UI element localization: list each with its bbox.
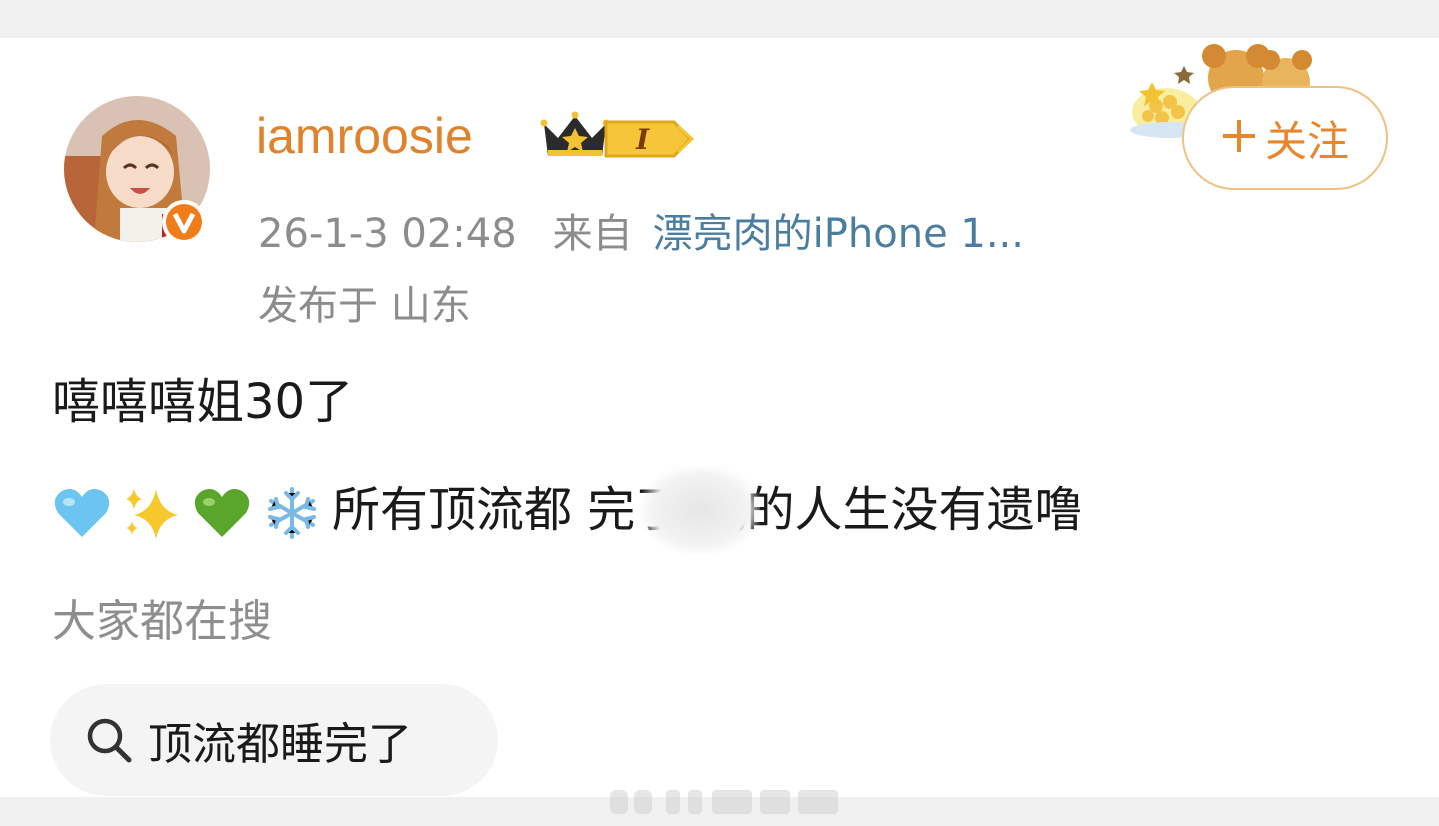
follow-button[interactable]: 关注 <box>1182 86 1388 190</box>
trending-search-chip[interactable]: 顶流都睡完了 <box>50 684 498 796</box>
verified-badge-icon <box>160 198 208 246</box>
trending-search-text: 顶流都睡完了 <box>148 719 412 770</box>
green-heart-icon <box>192 485 256 541</box>
censor-blur <box>640 466 760 554</box>
member-level-badge[interactable]: I <box>604 116 696 162</box>
source-device-link[interactable]: 漂亮肉的iPhone 1... <box>653 211 1024 257</box>
post-location: 发布于 山东 <box>258 283 471 329</box>
plus-icon <box>1221 111 1257 165</box>
username[interactable]: iamroosie <box>256 106 473 166</box>
trending-search-label: 大家都在搜 <box>52 596 272 647</box>
snowflake-icon <box>262 485 326 541</box>
follow-label: 关注 <box>1264 116 1349 166</box>
post-card: iamroosie I 26-1-3 02:48 来自 漂亮肉的iPhone 1..… <box>0 38 1439 814</box>
crown-icon <box>540 110 610 162</box>
search-icon <box>84 715 134 765</box>
post-meta: 26-1-3 02:48 来自 漂亮肉的iPhone 1... <box>258 206 1024 262</box>
source-prefix: 来自 <box>552 211 633 257</box>
level-badge-label: I <box>635 123 650 156</box>
post-timestamp: 26-1-3 02:48 <box>258 211 517 257</box>
light-blue-heart-icon <box>52 485 116 541</box>
post-content-line-2: 所有顶流都 完了 我的人生没有遗噜 <box>52 478 1083 542</box>
post-content-line-1: 嘻嘻嘻姐30了 <box>52 374 354 430</box>
watermark-image <box>604 782 844 822</box>
sparkles-icon <box>122 485 186 541</box>
